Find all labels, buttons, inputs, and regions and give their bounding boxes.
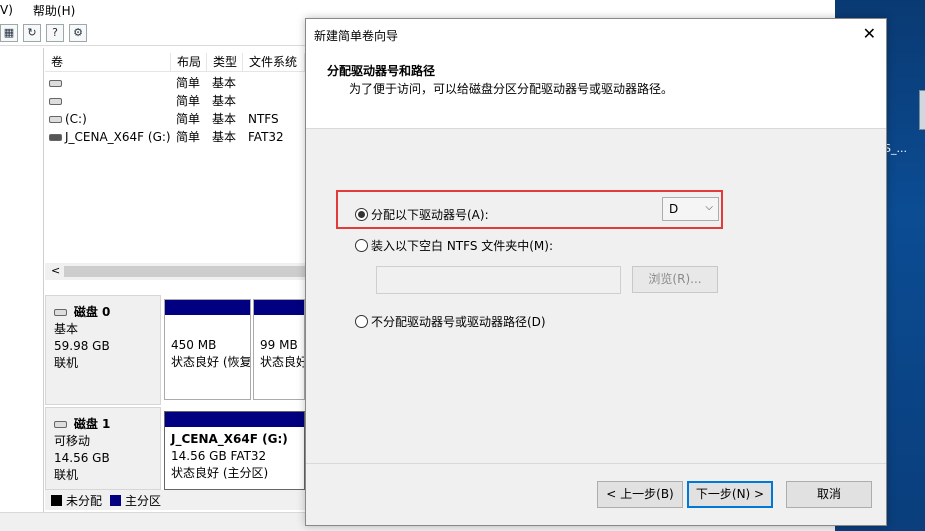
partition-title: J_CENA_X64F (G:) — [171, 432, 288, 446]
column-type[interactable]: 类型 — [207, 53, 243, 72]
dialog-title: 新建简单卷向导 — [314, 29, 399, 43]
disk-icon — [54, 421, 67, 428]
column-filesystem[interactable]: 文件系统 — [243, 53, 305, 72]
volume-type: 基本 — [212, 76, 237, 90]
folder-path-input[interactable] — [376, 266, 621, 294]
new-simple-volume-wizard: 新建简单卷向导 ✕ 分配驱动器号和路径 为了便于访问，可以给磁盘分区分配驱动器号… — [305, 18, 887, 526]
usb-drive-icon — [49, 134, 62, 141]
drive-letter-value: D — [669, 202, 679, 216]
disk-kind: 基本 — [54, 322, 79, 336]
browse-button[interactable]: 浏览(R)... — [632, 266, 718, 293]
wizard-subheading: 为了便于访问，可以给磁盘分区分配驱动器号或驱动器路径。 — [349, 82, 674, 96]
partition-efi[interactable]: 99 MB 状态良好 — [253, 299, 305, 400]
legend-unallocated: 未分配 — [66, 493, 103, 508]
desktop-shortcut[interactable] — [885, 88, 925, 148]
partition-bar — [254, 300, 304, 315]
drive-letter-select[interactable]: D ⌵ — [662, 197, 719, 221]
volume-type: 基本 — [212, 130, 237, 144]
desktop-shortcut-label: S_... — [884, 142, 907, 155]
legend: 未分配 主分区 — [45, 490, 305, 510]
back-button[interactable]: < 上一步(B) — [597, 481, 683, 508]
volume-fs: NTFS — [248, 112, 279, 126]
partition-state: 状态良好 (恢复 — [171, 355, 250, 369]
volume-layout: 简单 — [176, 112, 201, 126]
column-volume[interactable]: 卷 — [45, 53, 171, 72]
scroll-left-icon[interactable]: < — [51, 264, 60, 277]
partition-recovery[interactable]: 450 MB 状态良好 (恢复 — [164, 299, 251, 400]
disk-0-label[interactable]: 磁盘 0 基本 59.98 GB 联机 — [45, 295, 161, 405]
cancel-button[interactable]: 取消 — [786, 481, 872, 508]
volume-fs: FAT32 — [248, 130, 284, 144]
partition-bar — [165, 412, 304, 427]
radio-icon[interactable] — [355, 315, 368, 328]
next-button[interactable]: 下一步(N) > — [687, 481, 773, 508]
drive-icon — [49, 116, 62, 123]
disk-name: 磁盘 0 — [73, 305, 111, 319]
disk-icon — [54, 309, 67, 316]
wizard-header: 分配驱动器号和路径 为了便于访问，可以给磁盘分区分配驱动器号或驱动器路径。 — [306, 49, 886, 129]
menu-bar: V) 帮助(H) — [0, 0, 835, 20]
partition-usb[interactable]: J_CENA_X64F (G:) 14.56 GB FAT32 状态良好 (主分… — [164, 411, 305, 490]
help-icon[interactable]: ? — [46, 23, 64, 42]
radio-icon[interactable] — [355, 239, 368, 252]
option-none-label: 不分配驱动器号或驱动器路径(D) — [371, 315, 546, 329]
disk-kind: 可移动 — [54, 434, 91, 448]
volume-name: J_CENA_X64F (G:) — [65, 130, 171, 144]
menu-view[interactable]: V) — [0, 3, 19, 17]
wizard-heading: 分配驱动器号和路径 — [327, 64, 436, 78]
volume-name: (C:) — [65, 112, 87, 126]
volume-layout: 简单 — [176, 94, 201, 108]
disk-size: 59.98 GB — [54, 339, 110, 353]
volume-row[interactable]: 简单 基本 — [45, 92, 305, 110]
partition-state: 状态良好 — [260, 355, 304, 369]
navigation-pane — [0, 48, 44, 513]
volume-type: 基本 — [212, 112, 237, 126]
volume-list-header: 卷 布局 类型 文件系统 — [45, 53, 305, 72]
partition-size: 99 MB — [260, 338, 298, 352]
volume-layout: 简单 — [176, 130, 201, 144]
partition-state: 状态良好 (主分区) — [171, 466, 269, 480]
volume-row[interactable]: 简单 基本 — [45, 74, 305, 92]
drive-icon — [49, 80, 62, 87]
primary-swatch — [110, 494, 122, 506]
volume-type: 基本 — [212, 94, 237, 108]
legend-primary: 主分区 — [125, 493, 162, 508]
option-mount-folder[interactable]: 装入以下空白 NTFS 文件夹中(M): — [355, 237, 553, 254]
disk-status: 联机 — [54, 356, 79, 370]
horizontal-scrollbar[interactable]: < — [45, 263, 305, 280]
drive-icon — [49, 98, 62, 105]
volume-row[interactable]: J_CENA_X64F (G:) 简单 基本 FAT32 — [45, 128, 305, 146]
column-layout[interactable]: 布局 — [171, 53, 207, 72]
close-icon[interactable]: ✕ — [863, 24, 876, 43]
partition-bar — [165, 300, 250, 315]
disk-status: 联机 — [54, 468, 79, 482]
volume-row[interactable]: (C:) 简单 基本 NTFS — [45, 110, 305, 128]
option-assign-label: 分配以下驱动器号(A): — [371, 208, 489, 222]
volume-layout: 简单 — [176, 76, 201, 90]
option-assign-letter[interactable]: 分配以下驱动器号(A): — [355, 206, 489, 223]
footer-divider — [306, 463, 886, 464]
option-no-letter[interactable]: 不分配驱动器号或驱动器路径(D) — [355, 313, 546, 330]
unallocated-swatch — [51, 494, 62, 506]
partition-size: 450 MB — [171, 338, 217, 352]
scrollbar-thumb[interactable] — [64, 266, 305, 277]
chevron-down-icon: ⌵ — [705, 202, 713, 213]
refresh-icon[interactable]: ↻ — [23, 23, 41, 42]
menu-help[interactable]: 帮助(H) — [33, 2, 81, 19]
disk-size: 14.56 GB — [54, 451, 110, 465]
disk-name: 磁盘 1 — [73, 417, 111, 431]
partition-size: 14.56 GB FAT32 — [171, 449, 267, 463]
radio-selected-icon[interactable] — [355, 208, 368, 221]
properties-icon[interactable]: ▦ — [0, 23, 18, 42]
disk-1-label[interactable]: 磁盘 1 可移动 14.56 GB 联机 — [45, 407, 161, 490]
option-mount-label: 装入以下空白 NTFS 文件夹中(M): — [371, 239, 554, 253]
settings-icon[interactable]: ⚙ — [69, 23, 87, 42]
dialog-titlebar: 新建简单卷向导 ✕ — [306, 19, 886, 49]
file-icon — [919, 90, 925, 130]
